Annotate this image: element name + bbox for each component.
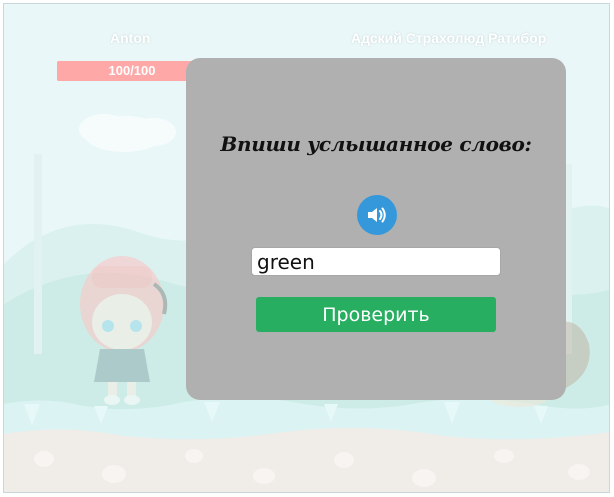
player-name: Anton xyxy=(110,30,151,46)
game-frame: Anton 100/100 Адский Страхолюд Ратибор В… xyxy=(3,3,610,493)
check-button[interactable]: Проверить xyxy=(256,297,496,332)
dialog-title: Впиши услышанное слово: xyxy=(220,132,532,156)
listen-word-dialog: Впиши услышанное слово: Проверить xyxy=(186,58,566,400)
player-hp-text: 100/100 xyxy=(108,63,156,78)
player-hp-bar: 100/100 xyxy=(57,61,207,81)
answer-input[interactable] xyxy=(251,247,501,276)
enemy-name: Адский Страхолюд Ратибор xyxy=(351,30,547,46)
speaker-volume-icon xyxy=(368,207,386,223)
play-audio-button[interactable] xyxy=(357,195,397,235)
